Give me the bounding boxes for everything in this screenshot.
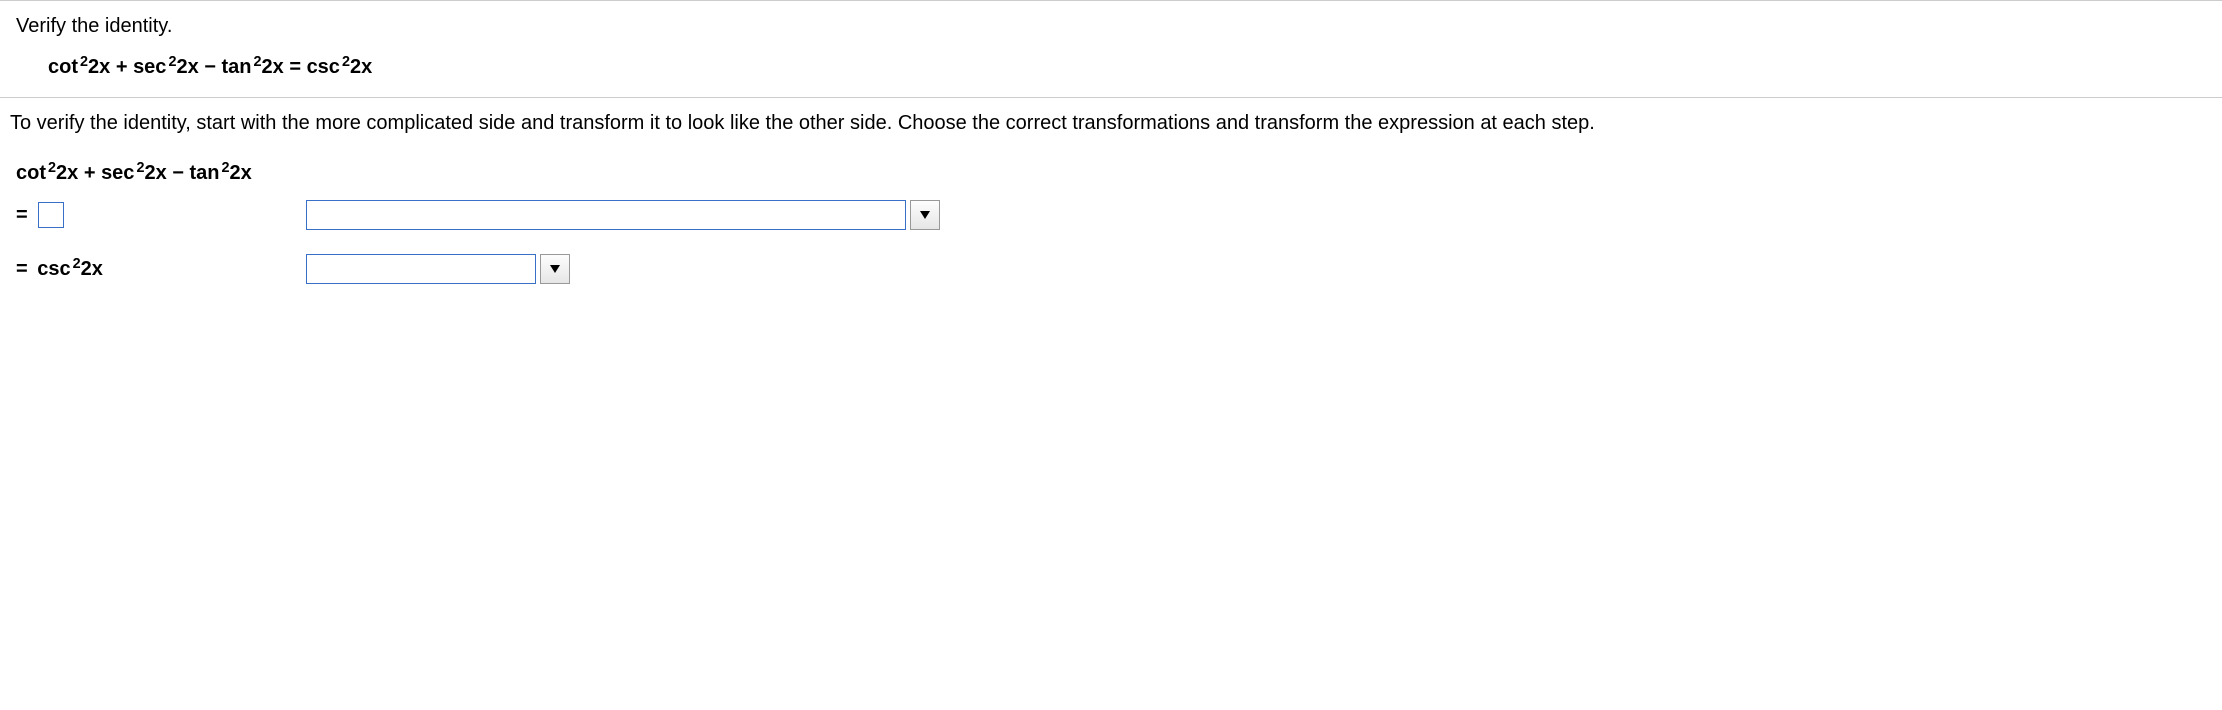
- term-tan-arg: 2x: [262, 56, 284, 78]
- lhs-expression: cot22x + sec22x − tan22x: [16, 162, 306, 185]
- l2-equals: =: [16, 204, 28, 227]
- l3-csc-arg: 2x: [81, 258, 103, 280]
- l1-sec-fn: sec: [101, 162, 134, 184]
- l1-tan-arg: 2x: [230, 162, 252, 184]
- op-eq: =: [284, 56, 307, 78]
- dropdown-text[interactable]: [306, 254, 536, 284]
- dropdown-toggle-button[interactable]: [910, 200, 940, 230]
- instruction-text: To verify the identity, start with the m…: [0, 98, 2222, 139]
- l1-tan-exp: 2: [222, 160, 230, 176]
- step-transformation-dropdown[interactable]: [306, 200, 940, 230]
- l3-equals: =: [16, 258, 33, 280]
- question-box: Verify the identity. cot22x + sec22x − t…: [0, 0, 2222, 98]
- op-minus: −: [199, 56, 222, 78]
- term-csc-fn: csc: [307, 56, 340, 78]
- work-line-2: =: [16, 199, 2206, 231]
- term-tan-fn: tan: [222, 56, 252, 78]
- l1-minus: −: [167, 162, 190, 184]
- l1-cot-exp: 2: [48, 160, 56, 176]
- l1-sec-arg: 2x: [144, 162, 166, 184]
- step-answer-input[interactable]: [38, 202, 64, 228]
- identity-expression: cot22x + sec22x − tan22x = csc22x: [16, 56, 2206, 79]
- term-csc-exp: 2: [342, 54, 350, 70]
- dropdown-text[interactable]: [306, 200, 906, 230]
- l3-csc-exp: 2: [73, 256, 81, 272]
- dropdown-toggle-button[interactable]: [540, 254, 570, 284]
- term-tan-exp: 2: [254, 54, 262, 70]
- work-line-3: = csc22x: [16, 253, 2206, 285]
- term-sec-fn: sec: [133, 56, 166, 78]
- question-prompt: Verify the identity.: [16, 15, 2206, 38]
- l1-sec-exp: 2: [136, 160, 144, 176]
- chevron-down-icon: [919, 210, 931, 220]
- final-transformation-dropdown[interactable]: [306, 254, 570, 284]
- term-csc-arg: 2x: [350, 56, 372, 78]
- l1-cot-fn: cot: [16, 162, 46, 184]
- work-area: cot22x + sec22x − tan22x = = csc22x: [0, 139, 2222, 301]
- op-plus: +: [110, 56, 133, 78]
- work-line-1: cot22x + sec22x − tan22x: [16, 157, 2206, 189]
- term-cot-fn: cot: [48, 56, 78, 78]
- term-sec-exp: 2: [168, 54, 176, 70]
- l3-csc-fn: csc: [37, 258, 70, 280]
- term-cot-arg: 2x: [88, 56, 110, 78]
- l1-cot-arg: 2x: [56, 162, 78, 184]
- chevron-down-icon: [549, 264, 561, 274]
- term-sec-arg: 2x: [176, 56, 198, 78]
- term-cot-exp: 2: [80, 54, 88, 70]
- l1-tan-fn: tan: [190, 162, 220, 184]
- l1-plus: +: [78, 162, 101, 184]
